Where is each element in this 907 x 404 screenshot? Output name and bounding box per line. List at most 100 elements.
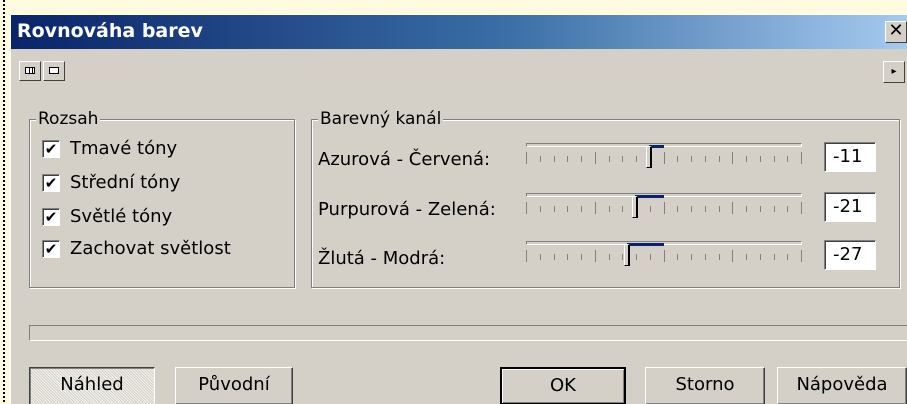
slider-tick — [595, 250, 596, 262]
slider-thumb[interactable] — [624, 244, 630, 266]
slider-track[interactable] — [526, 241, 802, 245]
slider-tick — [760, 156, 761, 162]
range-group-label: Rozsah — [36, 109, 101, 129]
slider-tick — [554, 156, 555, 162]
slider-yellow-blue[interactable] — [526, 240, 802, 268]
preview-button[interactable]: Náhled — [29, 367, 155, 404]
slider-tick — [732, 202, 733, 214]
slider-tick — [705, 156, 706, 162]
slider-tick — [567, 254, 568, 260]
slider-tick — [677, 254, 678, 260]
slider-tick — [567, 156, 568, 162]
arrow-right-icon: ▸ — [891, 66, 897, 77]
slider-tick — [801, 152, 802, 164]
ok-button[interactable]: OK — [500, 367, 626, 404]
channel-label-yellow-blue: Žlutá - Modrá: — [318, 248, 446, 269]
dialog-title: Rovnováha barev — [17, 20, 203, 42]
slider-tick — [581, 206, 582, 212]
slider-tick — [719, 206, 720, 212]
value-cyan-red[interactable]: -11 — [824, 142, 876, 172]
slider-tick — [595, 202, 596, 214]
slider-tick — [664, 250, 665, 262]
slider-tick — [691, 254, 692, 260]
cancel-button[interactable]: Storno — [645, 367, 765, 404]
close-icon: ✕ — [888, 20, 904, 41]
slider-tick — [650, 254, 651, 260]
slider-tick — [581, 156, 582, 162]
slider-ticks — [526, 152, 802, 166]
channel-label-magenta-green: Purpurová - Zelená: — [318, 199, 496, 220]
value-yellow-blue[interactable]: -27 — [824, 240, 876, 270]
slider-tick — [622, 206, 623, 212]
single-view-icon — [49, 67, 59, 74]
checkbox-label: Střední tóny — [70, 172, 181, 193]
compare-single-button[interactable] — [43, 61, 65, 81]
slider-tick — [636, 254, 637, 260]
slider-tick — [554, 254, 555, 260]
slider-tick — [719, 254, 720, 260]
checkbox-box[interactable]: ✔ — [42, 174, 60, 192]
checkbox-box[interactable]: ✔ — [42, 140, 60, 158]
close-button[interactable]: ✕ — [885, 21, 907, 43]
slider-tick — [691, 156, 692, 162]
checkbox-label: Zachovat světlost — [70, 238, 231, 259]
slider-tick — [787, 156, 788, 162]
slider-tick — [774, 156, 775, 162]
slider-tick — [636, 156, 637, 162]
slider-tick — [760, 206, 761, 212]
slider-tick — [581, 254, 582, 260]
slider-magenta-green[interactable] — [526, 192, 802, 220]
slider-tick — [609, 254, 610, 260]
slider-tick — [732, 152, 733, 164]
dotted-guide — [3, 0, 5, 403]
slider-tick — [540, 156, 541, 162]
range-group: Rozsah ✔ Tmavé tóny ✔ Střední tóny ✔ Svě… — [29, 109, 295, 288]
slider-tick — [732, 250, 733, 262]
slider-tick — [554, 206, 555, 212]
slider-tick — [746, 254, 747, 260]
checkbox-box[interactable]: ✔ — [42, 240, 60, 258]
slider-fill — [627, 243, 664, 246]
slider-tick — [787, 206, 788, 212]
slider-tick — [622, 156, 623, 162]
slider-tick — [664, 202, 665, 214]
checkbox-label: Tmavé tóny — [70, 138, 178, 159]
slider-track[interactable] — [526, 193, 802, 197]
slider-tick — [540, 254, 541, 260]
slider-tick — [719, 156, 720, 162]
slider-tick — [746, 206, 747, 212]
checkbox-box[interactable]: ✔ — [42, 208, 60, 226]
compare-split-button[interactable] — [19, 61, 41, 81]
progress-bar — [29, 325, 907, 341]
help-button[interactable]: Nápověda — [777, 367, 907, 404]
color-balance-dialog: Rovnováha barev ✕ ▸ Rozsah ✔ Tmavé tóny … — [10, 14, 907, 404]
slider-tick — [691, 206, 692, 212]
slider-tick — [760, 254, 761, 260]
slider-tick — [567, 206, 568, 212]
original-button[interactable]: Původní — [175, 367, 293, 404]
slider-tick — [609, 156, 610, 162]
slider-tick — [677, 156, 678, 162]
slider-tick — [526, 152, 527, 164]
slider-tick — [650, 206, 651, 212]
slider-cyan-red[interactable] — [526, 142, 802, 170]
slider-track[interactable] — [526, 143, 802, 147]
slider-tick — [526, 202, 527, 214]
slider-ticks — [526, 250, 802, 264]
channel-group-label: Barevný kanál — [318, 109, 444, 129]
slider-thumb[interactable] — [646, 146, 652, 168]
value-magenta-green[interactable]: -21 — [824, 192, 876, 222]
title-bar[interactable]: Rovnováha barev ✕ — [11, 15, 907, 49]
slider-tick — [540, 206, 541, 212]
slider-tick — [677, 206, 678, 212]
slider-tick — [526, 250, 527, 262]
slider-thumb[interactable] — [632, 196, 638, 218]
checkbox-label: Světlé tóny — [70, 206, 173, 227]
slider-tick — [787, 254, 788, 260]
menu-arrow-button[interactable]: ▸ — [883, 61, 905, 83]
slider-tick — [609, 206, 610, 212]
color-channel-group: Barevný kanál Azurová - Červená: -11 Pur… — [311, 109, 900, 288]
slider-tick — [801, 202, 802, 214]
slider-tick — [595, 152, 596, 164]
slider-tick — [801, 250, 802, 262]
